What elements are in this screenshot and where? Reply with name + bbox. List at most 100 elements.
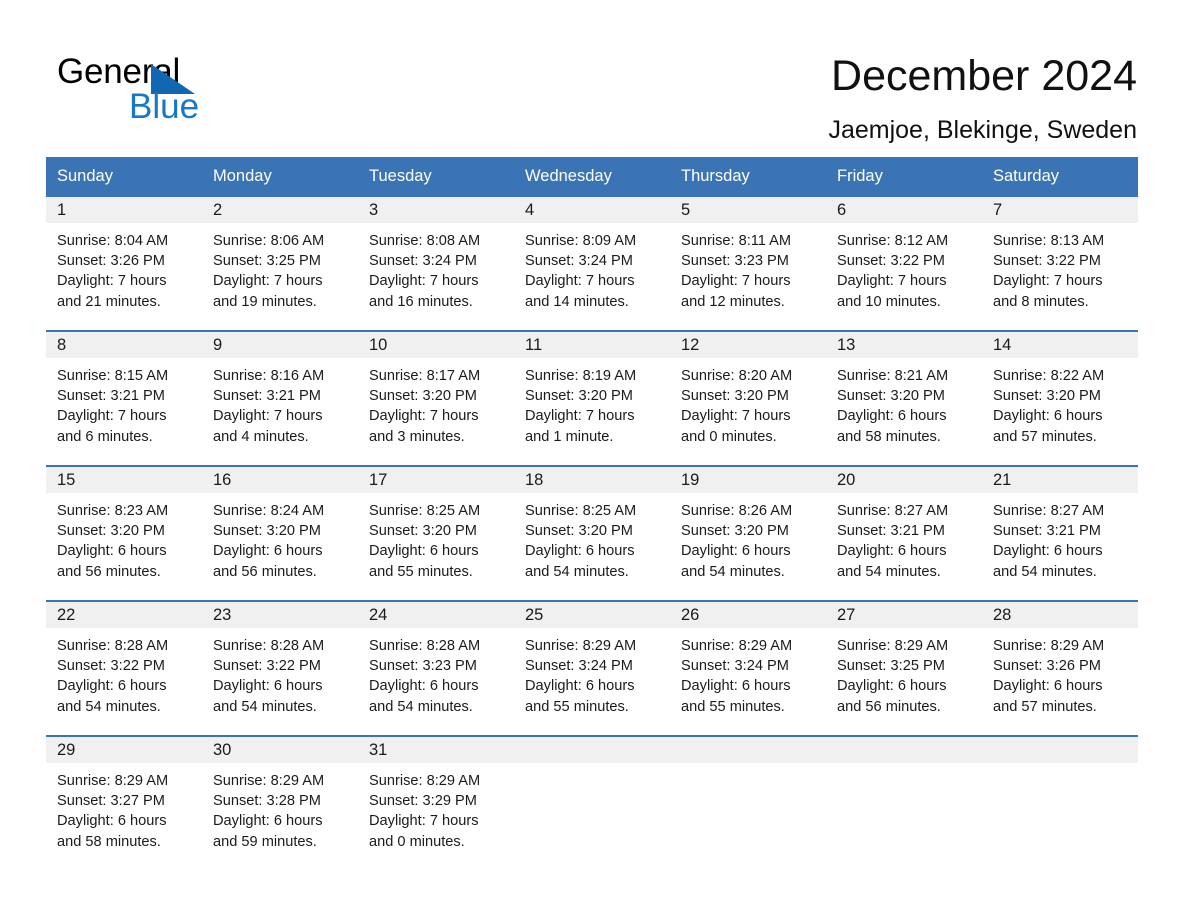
daylight-duration-line2: and 54 minutes. [681, 563, 785, 580]
daylight-duration-line2: and 55 minutes. [681, 698, 785, 715]
day-number: 11 [514, 332, 670, 358]
sunrise-time: Sunrise: 8:20 AM [681, 368, 793, 384]
daylight-duration-line2: and 3 minutes. [369, 428, 465, 445]
sunset-time: Sunset: 3:20 PM [369, 523, 477, 540]
calendar-body: 1 Sunrise: 8:04 AM Sunset: 3:26 PM Daylight… [46, 195, 1138, 870]
daylight-duration-line1: Daylight: 6 hours [213, 678, 323, 695]
sunset-time: Sunset: 3:23 PM [681, 253, 789, 270]
daylight-duration-line2: and 57 minutes. [993, 428, 1097, 445]
day-number [514, 737, 670, 763]
day-details: Sunrise: 8:20 AM Sunset: 3:20 PM Daylight:… [670, 358, 826, 447]
day-details [514, 763, 670, 771]
calendar-day-cell[interactable]: 16 Sunrise: 8:24 AM Sunset: 3:20 PM Dayligh… [202, 465, 358, 601]
calendar-day-cell[interactable]: 10 Sunrise: 8:17 AM Sunset: 3:20 PM Dayligh… [358, 330, 514, 466]
calendar-week-row: 29 Sunrise: 8:29 AM Sunset: 3:27 PM Dayligh… [46, 735, 1138, 870]
calendar-day-cell[interactable]: 4 Sunrise: 8:09 AM Sunset: 3:24 PM Daylight… [514, 195, 670, 331]
day-details: Sunrise: 8:29 AM Sunset: 3:28 PM Daylight:… [202, 763, 358, 852]
generalblue-logo[interactable]: General Blue [57, 52, 277, 128]
day-details: Sunrise: 8:29 AM Sunset: 3:25 PM Daylight:… [826, 628, 982, 717]
day-details [982, 763, 1138, 771]
calendar-day-cell[interactable]: 20 Sunrise: 8:27 AM Sunset: 3:21 PM Dayligh… [826, 465, 982, 601]
day-number: 17 [358, 467, 514, 493]
sunset-time: Sunset: 3:24 PM [525, 253, 633, 270]
daylight-duration-line1: Daylight: 6 hours [993, 543, 1103, 560]
sunrise-time: Sunrise: 8:28 AM [213, 638, 325, 654]
daylight-duration-line2: and 58 minutes. [837, 428, 941, 445]
calendar-day-cell[interactable]: 30 Sunrise: 8:29 AM Sunset: 3:28 PM Dayligh… [202, 735, 358, 870]
day-number: 7 [982, 197, 1138, 223]
day-cell-inner: 15 Sunrise: 8:23 AM Sunset: 3:20 PM Dayligh… [46, 467, 202, 600]
calendar-day-cell[interactable]: 5 Sunrise: 8:11 AM Sunset: 3:23 PM Daylight… [670, 195, 826, 331]
calendar-day-cell[interactable]: 15 Sunrise: 8:23 AM Sunset: 3:20 PM Dayligh… [46, 465, 202, 601]
daylight-duration-line1: Daylight: 7 hours [525, 273, 635, 290]
calendar-day-cell[interactable]: 8 Sunrise: 8:15 AM Sunset: 3:21 PM Daylight… [46, 330, 202, 466]
calendar-day-cell[interactable]: 11 Sunrise: 8:19 AM Sunset: 3:20 PM Dayligh… [514, 330, 670, 466]
calendar-day-cell[interactable]: 22 Sunrise: 8:28 AM Sunset: 3:22 PM Dayligh… [46, 600, 202, 736]
daylight-duration-line2: and 10 minutes. [837, 293, 941, 310]
day-cell-inner: 24 Sunrise: 8:28 AM Sunset: 3:23 PM Dayligh… [358, 602, 514, 735]
daylight-duration-line2: and 54 minutes. [525, 563, 629, 580]
daylight-duration-line1: Daylight: 6 hours [213, 543, 323, 560]
sunset-time: Sunset: 3:25 PM [837, 658, 945, 675]
daylight-duration-line2: and 21 minutes. [57, 293, 161, 310]
sunset-time: Sunset: 3:26 PM [57, 253, 165, 270]
day-details: Sunrise: 8:08 AM Sunset: 3:24 PM Daylight:… [358, 223, 514, 312]
sunrise-time: Sunrise: 8:28 AM [57, 638, 169, 654]
calendar-day-cell[interactable]: 31 Sunrise: 8:29 AM Sunset: 3:29 PM Dayligh… [358, 735, 514, 870]
day-details: Sunrise: 8:29 AM Sunset: 3:26 PM Daylight:… [982, 628, 1138, 717]
calendar-day-cell[interactable]: 12 Sunrise: 8:20 AM Sunset: 3:20 PM Dayligh… [670, 330, 826, 466]
day-cell-inner: 9 Sunrise: 8:16 AM Sunset: 3:21 PM Daylight… [202, 332, 358, 465]
sunrise-time: Sunrise: 8:25 AM [525, 503, 637, 519]
daylight-duration-line1: Daylight: 6 hours [525, 543, 635, 560]
calendar-day-cell[interactable]: 14 Sunrise: 8:22 AM Sunset: 3:20 PM Dayligh… [982, 330, 1138, 466]
sunrise-time: Sunrise: 8:24 AM [213, 503, 325, 519]
day-number: 12 [670, 332, 826, 358]
calendar-day-cell-empty [670, 735, 826, 870]
calendar-day-cell[interactable]: 17 Sunrise: 8:25 AM Sunset: 3:20 PM Dayligh… [358, 465, 514, 601]
calendar-day-cell[interactable]: 21 Sunrise: 8:27 AM Sunset: 3:21 PM Dayligh… [982, 465, 1138, 601]
day-number: 6 [826, 197, 982, 223]
daylight-duration-line2: and 6 minutes. [57, 428, 153, 445]
calendar-day-cell[interactable]: 2 Sunrise: 8:06 AM Sunset: 3:25 PM Daylight… [202, 195, 358, 331]
sunset-time: Sunset: 3:21 PM [57, 388, 165, 405]
calendar-day-cell[interactable]: 9 Sunrise: 8:16 AM Sunset: 3:21 PM Daylight… [202, 330, 358, 466]
daylight-duration-line1: Daylight: 6 hours [837, 408, 947, 425]
sunrise-time: Sunrise: 8:29 AM [57, 773, 169, 789]
day-cell-inner: 13 Sunrise: 8:21 AM Sunset: 3:20 PM Dayligh… [826, 332, 982, 465]
daylight-duration-line2: and 54 minutes. [213, 698, 317, 715]
day-cell-inner: 22 Sunrise: 8:28 AM Sunset: 3:22 PM Dayligh… [46, 602, 202, 735]
day-number: 31 [358, 737, 514, 763]
calendar-day-cell[interactable]: 18 Sunrise: 8:25 AM Sunset: 3:20 PM Dayligh… [514, 465, 670, 601]
title-block: December 2024 Jaemjoe, Blekinge, Sweden [828, 50, 1137, 146]
day-details: Sunrise: 8:15 AM Sunset: 3:21 PM Daylight:… [46, 358, 202, 447]
calendar-day-cell[interactable]: 19 Sunrise: 8:26 AM Sunset: 3:20 PM Dayligh… [670, 465, 826, 601]
calendar-day-cell[interactable]: 26 Sunrise: 8:29 AM Sunset: 3:24 PM Dayligh… [670, 600, 826, 736]
calendar-day-cell[interactable]: 28 Sunrise: 8:29 AM Sunset: 3:26 PM Dayligh… [982, 600, 1138, 736]
calendar-day-cell[interactable]: 7 Sunrise: 8:13 AM Sunset: 3:22 PM Daylight… [982, 195, 1138, 331]
daylight-duration-line1: Daylight: 6 hours [369, 543, 479, 560]
day-number [826, 737, 982, 763]
calendar-day-cell[interactable]: 23 Sunrise: 8:28 AM Sunset: 3:22 PM Dayligh… [202, 600, 358, 736]
calendar-day-cell[interactable]: 13 Sunrise: 8:21 AM Sunset: 3:20 PM Dayligh… [826, 330, 982, 466]
calendar-day-cell[interactable]: 25 Sunrise: 8:29 AM Sunset: 3:24 PM Dayligh… [514, 600, 670, 736]
calendar-day-cell[interactable]: 27 Sunrise: 8:29 AM Sunset: 3:25 PM Dayligh… [826, 600, 982, 736]
calendar-day-cell[interactable]: 29 Sunrise: 8:29 AM Sunset: 3:27 PM Dayligh… [46, 735, 202, 870]
sunset-time: Sunset: 3:20 PM [525, 523, 633, 540]
sunset-time: Sunset: 3:22 PM [993, 253, 1101, 270]
sunrise-time: Sunrise: 8:08 AM [369, 233, 481, 249]
day-details: Sunrise: 8:28 AM Sunset: 3:23 PM Daylight:… [358, 628, 514, 717]
daylight-duration-line2: and 54 minutes. [837, 563, 941, 580]
calendar-day-cell[interactable]: 3 Sunrise: 8:08 AM Sunset: 3:24 PM Daylight… [358, 195, 514, 331]
daylight-duration-line1: Daylight: 7 hours [57, 408, 167, 425]
calendar-day-cell[interactable]: 6 Sunrise: 8:12 AM Sunset: 3:22 PM Daylight… [826, 195, 982, 331]
calendar-day-cell[interactable]: 24 Sunrise: 8:28 AM Sunset: 3:23 PM Dayligh… [358, 600, 514, 736]
sunset-time: Sunset: 3:21 PM [213, 388, 321, 405]
calendar-day-cell[interactable]: 1 Sunrise: 8:04 AM Sunset: 3:26 PM Daylight… [46, 195, 202, 331]
daylight-duration-line1: Daylight: 7 hours [369, 273, 479, 290]
day-details: Sunrise: 8:25 AM Sunset: 3:20 PM Daylight:… [358, 493, 514, 582]
sunrise-time: Sunrise: 8:15 AM [57, 368, 169, 384]
page-header: General Blue December 2024 Jaemjoe, Blek… [0, 0, 1188, 155]
calendar-day-cell-empty [982, 735, 1138, 870]
day-cell-inner: 5 Sunrise: 8:11 AM Sunset: 3:23 PM Daylight… [670, 197, 826, 330]
day-cell-inner: 17 Sunrise: 8:25 AM Sunset: 3:20 PM Dayligh… [358, 467, 514, 600]
